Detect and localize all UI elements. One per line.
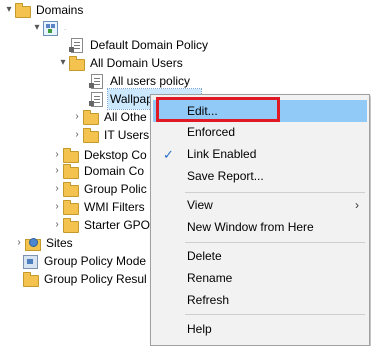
chevron-right-icon[interactable]: › xyxy=(14,233,24,253)
tree-label-group-policy-results: Group Policy Resul xyxy=(44,272,147,286)
tree-node-domains[interactable]: ▾ Domains xyxy=(4,0,85,20)
tree-label-domain-controllers: Domain Co xyxy=(84,164,145,178)
tree-label-starter-gpos: Starter GPO xyxy=(84,218,151,232)
tree-node-default-domain-policy[interactable]: Default Domain Policy xyxy=(58,35,210,55)
folder-icon xyxy=(14,2,31,18)
menu-item-edit[interactable]: Edit... xyxy=(153,100,367,122)
chevron-down-icon[interactable]: ▾ xyxy=(32,18,42,38)
tree-node-domain-controllers[interactable]: › Domain Co xyxy=(52,161,146,181)
tree-label-group-policy-modeling: Group Policy Mode xyxy=(44,254,147,268)
menu-item-new-window[interactable]: New Window from Here xyxy=(153,216,367,238)
chevron-right-icon[interactable]: › xyxy=(52,161,62,181)
folder-icon xyxy=(62,181,79,197)
menu-item-refresh[interactable]: Refresh xyxy=(153,289,367,311)
menu-item-help-label: Help xyxy=(187,322,212,336)
tree-node-group-policy-objects[interactable]: › Group Polic xyxy=(52,179,149,199)
menu-item-view-label: View xyxy=(187,198,213,212)
tree-node-sites[interactable]: › Sites xyxy=(14,233,75,253)
menu-item-edit-label: Edit... xyxy=(187,104,218,118)
menu-item-link-enabled-label: Link Enabled xyxy=(187,147,257,161)
tree-node-all-users-policy[interactable]: All users policy xyxy=(78,71,192,91)
menu-item-view[interactable]: View › xyxy=(153,194,367,216)
tree-label-all-users-policy: All users policy xyxy=(110,74,191,88)
tree-label-default-domain-policy: Default Domain Policy xyxy=(90,38,209,52)
tree-node-all-other[interactable]: › All Othe xyxy=(72,107,149,127)
tree-label-domains: Domains xyxy=(36,3,84,17)
results-icon xyxy=(22,271,39,287)
tree-label-all-domain-users: All Domain Users xyxy=(90,56,183,70)
ou-folder-icon xyxy=(82,109,99,125)
tree-node-group-policy-results[interactable]: Group Policy Resul xyxy=(22,269,149,289)
tree-label-it-users: IT Users xyxy=(104,128,150,142)
tree-node-it-users[interactable]: › IT Users xyxy=(72,125,151,145)
chevron-right-icon[interactable]: › xyxy=(52,179,62,199)
menu-item-new-window-label: New Window from Here xyxy=(187,220,314,234)
menu-item-refresh-label: Refresh xyxy=(187,293,230,307)
menu-item-enforced-label: Enforced xyxy=(187,125,236,139)
menu-item-save-report[interactable]: Save Report... xyxy=(153,165,367,187)
menu-item-delete[interactable]: Delete xyxy=(153,245,367,267)
ou-folder-icon xyxy=(82,127,99,143)
gpo-link-icon xyxy=(68,37,84,53)
ou-folder-icon xyxy=(68,55,85,71)
sites-icon xyxy=(24,235,41,251)
context-menu: Edit... Enforced ✓ Link Enabled Save Rep… xyxy=(150,94,370,346)
tree-node-starter-gpos[interactable]: › Starter GPO xyxy=(52,215,152,235)
tree-node-group-policy-modeling[interactable]: Group Policy Mode xyxy=(22,251,148,271)
tree-label-all-other: All Othe xyxy=(104,110,147,124)
tree-label-group-policy-objects: Group Polic xyxy=(84,182,147,196)
ou-folder-icon xyxy=(62,163,79,179)
domain-icon xyxy=(42,20,58,36)
chevron-down-icon[interactable]: ▾ xyxy=(4,0,14,20)
modeling-icon xyxy=(22,253,38,269)
menu-item-rename[interactable]: Rename xyxy=(153,267,367,289)
gpo-link-icon xyxy=(88,73,104,89)
menu-separator xyxy=(185,242,365,243)
chevron-down-icon[interactable]: ▾ xyxy=(58,53,68,73)
menu-item-help[interactable]: Help xyxy=(153,318,367,340)
tree-label-wmi-filters: WMI Filters xyxy=(84,200,145,214)
menu-separator xyxy=(185,192,365,193)
tree-node-wmi-filters[interactable]: › WMI Filters xyxy=(52,197,147,217)
menu-item-rename-label: Rename xyxy=(187,271,233,285)
submenu-arrow-icon: › xyxy=(355,198,359,212)
chevron-right-icon[interactable]: › xyxy=(72,125,82,145)
menu-item-save-report-label: Save Report... xyxy=(187,169,264,183)
check-icon: ✓ xyxy=(163,147,174,162)
menu-separator xyxy=(185,314,365,315)
folder-icon xyxy=(62,199,79,215)
chevron-right-icon[interactable]: › xyxy=(52,215,62,235)
chevron-right-icon[interactable]: › xyxy=(72,107,82,127)
menu-item-enforced[interactable]: Enforced xyxy=(153,121,367,143)
tree-node-all-domain-users[interactable]: ▾ All Domain Users xyxy=(58,53,185,73)
chevron-right-icon[interactable]: › xyxy=(52,197,62,217)
folder-icon xyxy=(62,217,79,233)
gpo-link-icon xyxy=(88,91,104,107)
tree-label-sites: Sites xyxy=(46,236,73,250)
menu-item-link-enabled[interactable]: ✓ Link Enabled xyxy=(153,143,367,165)
menu-item-delete-label: Delete xyxy=(187,249,222,263)
